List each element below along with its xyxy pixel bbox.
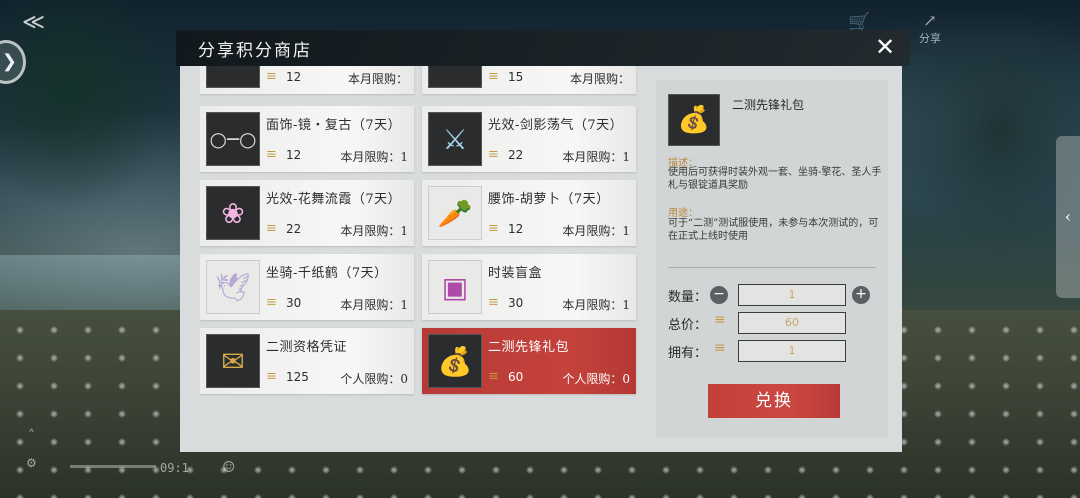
item-price: 15 [508, 70, 524, 84]
item-price: 30 [286, 296, 302, 310]
back-arrow-icon[interactable]: ≪ [22, 12, 52, 34]
item-card[interactable]: ≡ 12 本月限购： [200, 66, 414, 94]
item-name: 面饰-镜・复古（7天） [266, 118, 402, 133]
item-card[interactable]: ≡ 15 本月限购： [422, 66, 636, 94]
clock-text: 09:1 [160, 461, 189, 475]
sword-icon: ⚔ [428, 112, 482, 166]
item-card[interactable]: ○─○ 面饰-镜・复古（7天） ≡ 12 本月限购：1 [200, 106, 414, 172]
owned-field: 1 [738, 340, 846, 362]
scroll-currency-icon: ≡ [266, 147, 277, 162]
volume-bar[interactable] [70, 465, 156, 468]
item-limit: 本月限购：1 [562, 150, 630, 164]
dialog-title: 分享积分商店 [198, 41, 312, 61]
total-label: 总价： [668, 318, 708, 333]
person-icon[interactable]: ☺ [222, 458, 235, 476]
item-name: 坐骑-千纸鹤（7天） [266, 266, 388, 281]
chevron-up-icon[interactable]: ˄ [28, 428, 35, 444]
item-card[interactable]: ❀ 光效-花舞流霞（7天） ≡ 22 本月限购：1 [200, 180, 414, 246]
background-trees-right [880, 40, 1080, 280]
gift-bag-icon: 💰 [428, 334, 482, 388]
owned-label: 拥有： [668, 346, 708, 361]
total-price-field: 60 [738, 312, 846, 334]
glasses-icon: ○─○ [206, 112, 260, 166]
item-name: 光效-花舞流霞（7天） [266, 192, 402, 207]
mystery-box-icon: ▣ [428, 260, 482, 314]
redeem-button[interactable]: 兑换 [708, 384, 840, 418]
minus-button[interactable]: − [710, 286, 728, 304]
scroll-currency-icon: ≡ [488, 369, 499, 384]
item-price: 12 [286, 148, 302, 162]
quantity-label: 数量： [668, 290, 708, 305]
scroll-currency-icon: ≡ [266, 295, 277, 310]
item-name: 二测资格凭证 [266, 340, 348, 355]
scroll-currency-icon: ≡ [266, 221, 277, 236]
scroll-currency-icon: ≡ [266, 369, 277, 384]
item-name: 光效-剑影荡气（7天） [488, 118, 624, 133]
item-limit: 本月限购：1 [562, 298, 630, 312]
item-card-selected[interactable]: 💰 二测先锋礼包 ≡ 60 个人限购：0 [422, 328, 636, 394]
background-trees-left [0, 0, 180, 260]
flower-effect-icon: ❀ [206, 186, 260, 240]
scroll-currency-icon: ≡ [488, 69, 499, 84]
share-label: 分享 [919, 32, 941, 45]
item-limit: 本月限购：1 [340, 224, 408, 238]
item-price: 22 [508, 148, 524, 162]
item-price: 22 [286, 222, 302, 236]
share-button[interactable]: ↗ 分享 [914, 12, 946, 48]
close-icon[interactable]: ✕ [872, 34, 898, 60]
scroll-currency-icon: ≡ [488, 295, 499, 310]
cart-icon[interactable]: 🛒 [848, 12, 870, 33]
share-icon: ↗ [923, 11, 937, 30]
carrot-icon: 🥕 [428, 186, 482, 240]
item-limit: 本月限购： [569, 72, 630, 86]
item-detail-panel: 💰 二测先锋礼包 描述： 使用后可获得时装外观一套、坐骑-擎花、圣人手札与银锭道… [656, 80, 888, 438]
description-text: 使用后可获得时装外观一套、坐骑-擎花、圣人手札与银锭道具奖励 [668, 167, 882, 191]
item-limit: 本月限购：1 [340, 150, 408, 164]
dialog-body: ≡ 12 本月限购： ≡ 15 本月限购： ○─○ 面饰-镜・复古（7天） ≡ … [180, 66, 902, 452]
shop-dialog: 分享积分商店 ✕ ≡ 12 本月限购： ≡ 15 本月限购： ○─○ 面饰-镜・… [176, 30, 910, 454]
settings-icon[interactable]: ⚙ [26, 456, 37, 470]
quantity-field[interactable]: 1 [738, 284, 846, 306]
item-card[interactable]: ✉ 二测资格凭证 ≡ 125 个人限购：0 [200, 328, 414, 394]
item-limit: 本月限购：1 [562, 224, 630, 238]
paper-crane-icon: 🕊 [206, 260, 260, 314]
usage-text: 可于“二测”测试服使用，未参与本次测试的，可在正式上线时使用 [668, 218, 879, 242]
scroll-currency-icon: ≡ [488, 221, 499, 236]
scroll-currency-icon: ≡ [714, 312, 726, 328]
item-limit: 本月限购：1 [340, 298, 408, 312]
item-name: 时装盲盒 [488, 266, 543, 281]
dialog-header: 分享积分商店 ✕ [176, 30, 910, 66]
item-card[interactable]: ⚔ 光效-剑影荡气（7天） ≡ 22 本月限购：1 [422, 106, 636, 172]
gift-bag-icon: 💰 [668, 94, 720, 146]
item-grid[interactable]: ≡ 12 本月限购： ≡ 15 本月限购： ○─○ 面饰-镜・复古（7天） ≡ … [200, 66, 644, 424]
item-name: 腰饰-胡萝卜（7天） [488, 192, 610, 207]
item-limit: 个人限购：0 [562, 372, 630, 386]
item-price: 60 [508, 370, 524, 384]
item-card[interactable]: ▣ 时装盲盒 ≡ 30 本月限购：1 [422, 254, 636, 320]
item-price: 12 [508, 222, 524, 236]
item-price: 12 [286, 70, 302, 84]
chevron-left-icon: ‹ [1064, 207, 1072, 226]
item-price: 30 [508, 296, 524, 310]
item-name: 二测先锋礼包 [488, 340, 570, 355]
plus-button[interactable]: + [852, 286, 870, 304]
item-card[interactable]: 🥕 腰饰-胡萝卜（7天） ≡ 12 本月限购：1 [422, 180, 636, 246]
scroll-currency-icon: ≡ [266, 69, 277, 84]
scroll-currency-icon: ≡ [488, 147, 499, 162]
item-thumb [206, 66, 260, 88]
certificate-icon: ✉ [206, 334, 260, 388]
item-thumb [428, 66, 482, 88]
divider [668, 267, 876, 268]
item-limit: 个人限购：0 [340, 372, 408, 386]
scroll-currency-icon: ≡ [714, 340, 726, 356]
item-price: 125 [286, 370, 309, 384]
item-limit: 本月限购： [347, 72, 408, 86]
right-panel-toggle[interactable]: ‹ [1056, 136, 1080, 298]
detail-item-name: 二测先锋礼包 [732, 98, 805, 112]
item-card[interactable]: 🕊 坐骑-千纸鹤（7天） ≡ 30 本月限购：1 [200, 254, 414, 320]
